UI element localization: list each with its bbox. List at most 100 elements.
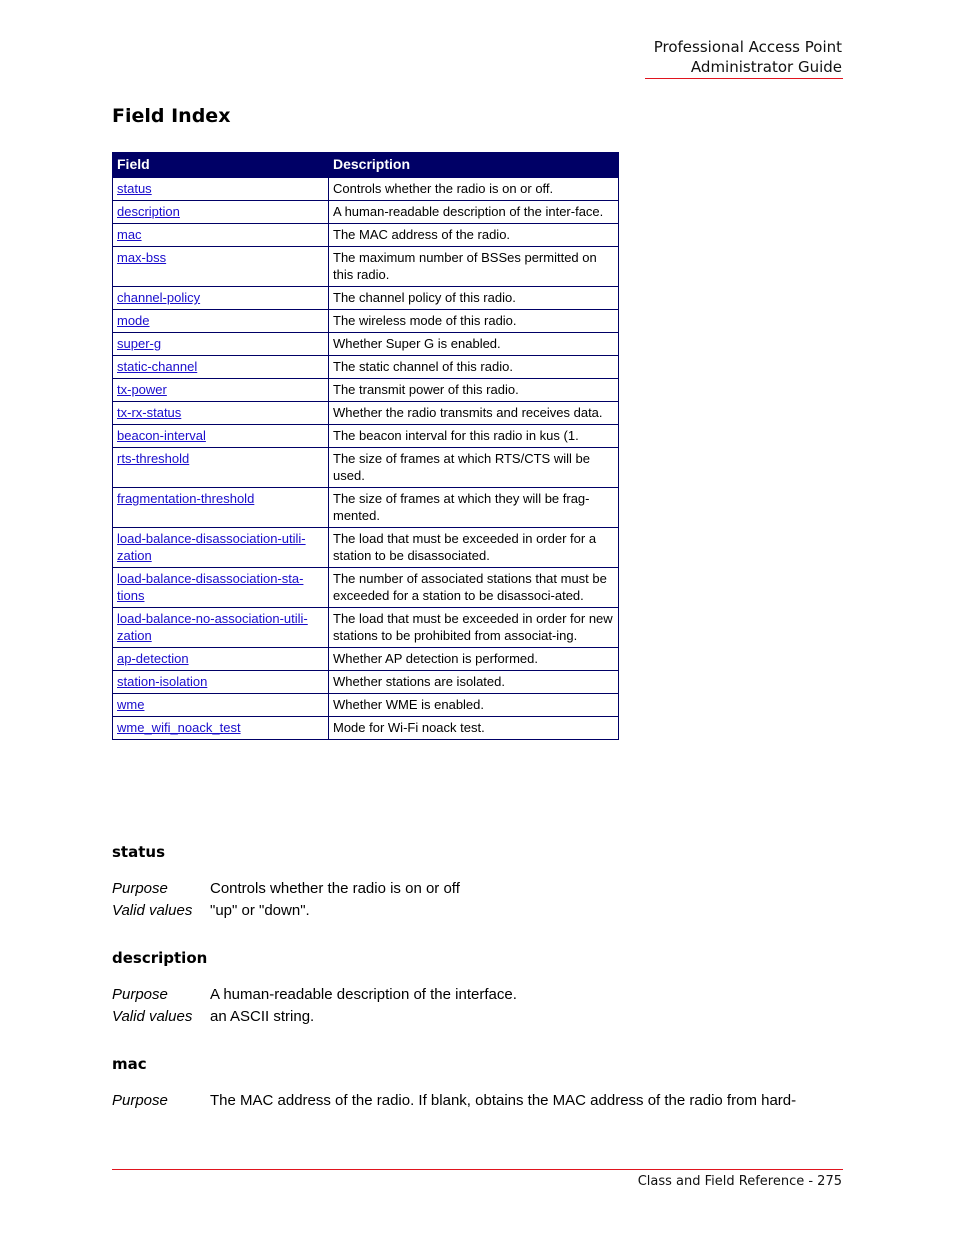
purpose-row-value: A human-readable description of the inte… (210, 986, 517, 1003)
purpose-row: Purpose A human-readable description of t… (112, 984, 517, 1006)
description-cell: The size of frames at which they will be… (328, 487, 619, 528)
table-row: rts-threshold The size of frames at which… (112, 447, 619, 488)
section-heading: description (112, 949, 208, 967)
field-cell: beacon-interval (112, 424, 329, 448)
page-title: Field Index (112, 105, 231, 127)
table-row: wme Whether WME is enabled. (112, 693, 619, 717)
field-link[interactable]: channel-policy (117, 290, 200, 305)
field-link[interactable]: load-balance-no-association-utili-zation (117, 611, 308, 643)
description-cell: The beacon interval for this radio in ku… (328, 424, 619, 448)
table-row: max-bss The maximum number of BSSes permi… (112, 246, 619, 287)
field-cell: load-balance-disassociation-utili-zation (112, 527, 329, 568)
field-cell: mac (112, 223, 329, 247)
purpose-row: Purpose Controls whether the radio is on … (112, 878, 460, 900)
field-link[interactable]: mode (117, 313, 150, 328)
table-row: fragmentation-threshold The size of frame… (112, 487, 619, 528)
description-cell: Whether WME is enabled. (328, 693, 619, 717)
description-cell: Whether stations are isolated. (328, 670, 619, 694)
description-cell: The channel policy of this radio. (328, 286, 619, 310)
table-row: status Controls whether the radio is on o… (112, 177, 619, 201)
field-cell: tx-power (112, 378, 329, 402)
table-row: super-g Whether Super G is enabled. (112, 332, 619, 356)
field-link[interactable]: status (117, 181, 152, 196)
table-row: mode The wireless mode of this radio. (112, 309, 619, 333)
table-row: station-isolation Whether stations are is… (112, 670, 619, 694)
field-link[interactable]: wme_wifi_noack_test (117, 720, 241, 735)
field-link[interactable]: station-isolation (117, 674, 207, 689)
field-cell: load-balance-no-association-utili-zation (112, 607, 329, 648)
description-cell: The MAC address of the radio. (328, 223, 619, 247)
description-cell: The load that must be exceeded in order … (328, 527, 619, 568)
description-cell: The static channel of this radio. (328, 355, 619, 379)
field-link[interactable]: load-balance-disassociation-sta-tions (117, 571, 303, 603)
valid-values-row: Valid values an ASCII string. (112, 1006, 314, 1028)
purpose-row-label: Purpose (112, 1092, 168, 1109)
field-cell: load-balance-disassociation-sta-tions (112, 567, 329, 608)
purpose-row-label: Purpose (112, 986, 168, 1003)
table-row: load-balance-no-association-utili-zation… (112, 607, 619, 648)
table-row: static-channel The static channel of this… (112, 355, 619, 379)
field-cell: fragmentation-threshold (112, 487, 329, 528)
valid-values-row-value: an ASCII string. (210, 1008, 315, 1025)
field-cell: station-isolation (112, 670, 329, 694)
table-row: description A human-readable description … (112, 200, 619, 224)
description-cell: The size of frames at which RTS/CTS will… (328, 447, 619, 488)
field-link[interactable]: description (117, 204, 180, 219)
description-cell: Whether the radio transmits and receives… (328, 401, 619, 425)
description-cell: The transmit power of this radio. (328, 378, 619, 402)
field-link[interactable]: tx-power (117, 382, 167, 397)
table-row: beacon-interval The beacon interval for t… (112, 424, 619, 448)
field-link[interactable]: super-g (117, 336, 161, 351)
field-link[interactable]: tx-rx-status (117, 405, 181, 420)
field-cell: mode (112, 309, 329, 333)
running-header: Professional Access Point Administrator … (654, 37, 842, 77)
valid-values-row-label: Valid values (112, 1008, 193, 1025)
purpose-row-label: Purpose (112, 880, 168, 897)
page-footer: Class and Field Reference - 275 (637, 1174, 842, 1189)
description-cell: Whether AP detection is performed. (328, 647, 619, 671)
field-link[interactable]: wme (117, 697, 144, 712)
field-link[interactable]: max-bss (117, 250, 166, 265)
field-link[interactable]: load-balance-disassociation-utili-zation (117, 531, 306, 563)
field-cell: ap-detection (112, 647, 329, 671)
section-heading: mac (112, 1055, 147, 1073)
field-cell: channel-policy (112, 286, 329, 310)
description-cell: Whether Super G is enabled. (328, 332, 619, 356)
valid-values-row: Valid values "up" or "down". (112, 900, 310, 922)
field-link[interactable]: beacon-interval (117, 428, 206, 443)
description-cell: Controls whether the radio is on or off. (328, 177, 619, 201)
table-row: channel-policy The channel policy of this… (112, 286, 619, 310)
table-row: mac The MAC address of the radio. (112, 223, 619, 247)
description-cell: Mode for Wi-Fi noack test. (328, 716, 619, 740)
field-cell: status (112, 177, 329, 201)
valid-values-row-value: "up" or "down". (210, 902, 310, 919)
purpose-row: Purpose The MAC address of the radio. If … (112, 1090, 796, 1112)
purpose-row-value: The MAC address of the radio. If blank, … (210, 1092, 797, 1109)
table-row: load-balance-disassociation-utili-zation… (112, 527, 619, 568)
field-cell: tx-rx-status (112, 401, 329, 425)
table-row: ap-detection Whether AP detection is perf… (112, 647, 619, 671)
table-row: wme_wifi_noack_test Mode for Wi-Fi noack … (112, 716, 619, 740)
purpose-row-value: Controls whether the radio is on or off (210, 880, 460, 897)
field-cell: super-g (112, 332, 329, 356)
field-link[interactable]: static-channel (117, 359, 197, 374)
field-link[interactable]: mac (117, 227, 142, 242)
section-heading: status (112, 843, 165, 861)
table-header-row: Field Description (112, 152, 619, 178)
field-link[interactable]: rts-threshold (117, 451, 189, 466)
field-cell: static-channel (112, 355, 329, 379)
field-link[interactable]: ap-detection (117, 651, 189, 666)
table-row: load-balance-disassociation-sta-tions The… (112, 567, 619, 608)
description-cell: A human-readable description of the inte… (328, 200, 619, 224)
field-cell: max-bss (112, 246, 329, 287)
field-cell: rts-threshold (112, 447, 329, 488)
field-cell: wme_wifi_noack_test (112, 716, 329, 740)
field-index-table: Field Description status Controls whether… (112, 152, 619, 740)
header-line-1: Professional Access Point (653, 38, 842, 56)
field-link[interactable]: fragmentation-threshold (117, 491, 254, 506)
table-row: tx-power The transmit power of this radio… (112, 378, 619, 402)
valid-values-row-label: Valid values (112, 902, 193, 919)
field-cell: description (112, 200, 329, 224)
description-cell: The load that must be exceeded in order … (328, 607, 619, 648)
description-cell: The maximum number of BSSes permitted on… (328, 246, 619, 287)
